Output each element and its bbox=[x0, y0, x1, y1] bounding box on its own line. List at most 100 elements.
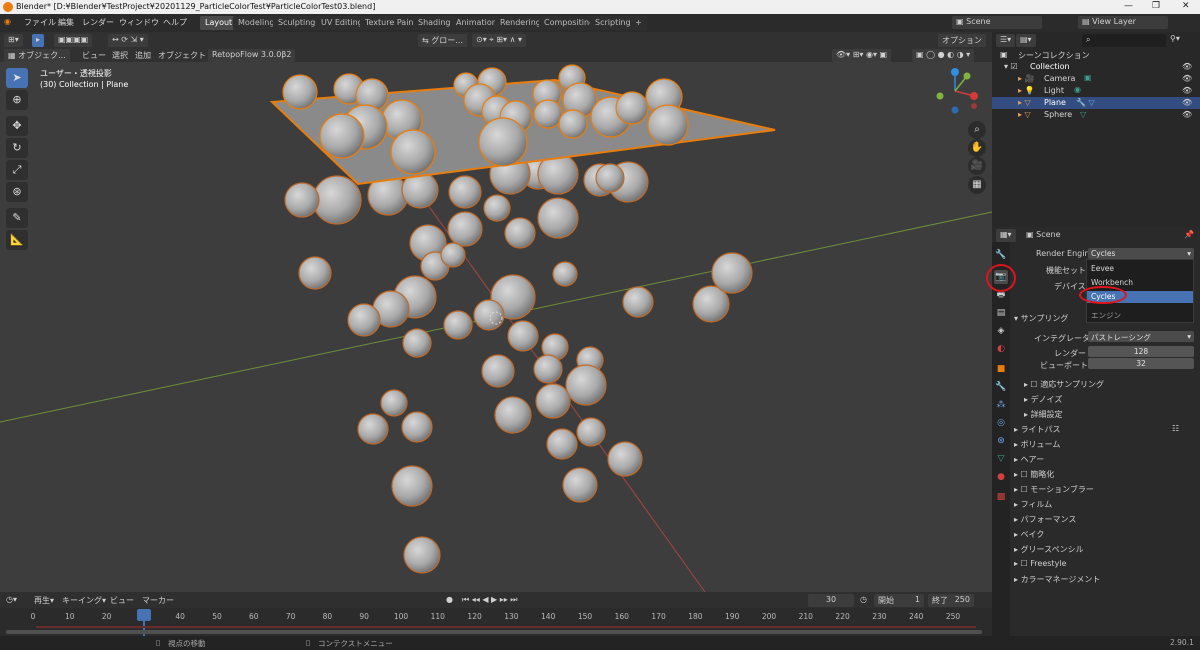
preview-range-icon[interactable]: ◷ bbox=[860, 595, 867, 604]
scene-selector[interactable]: ▣ Scene bbox=[952, 16, 1042, 29]
menu-marker[interactable]: マーカー bbox=[142, 595, 174, 606]
constraints-tab-icon[interactable]: ⊛ bbox=[994, 434, 1008, 448]
light-paths-panel[interactable]: ▸ ライトパス bbox=[1014, 424, 1061, 435]
pivot-snap-icons[interactable]: ⊙▾ ⌖ ⊞▾ ∧ ▾ bbox=[472, 34, 526, 47]
outliner-item-collection[interactable]: ▾ ☑ Collection 👁 bbox=[992, 61, 1200, 73]
menu-edit[interactable]: 編集 bbox=[58, 17, 74, 28]
current-frame-field[interactable]: 30 bbox=[808, 594, 854, 607]
pin-icon[interactable]: 📌 bbox=[1184, 230, 1194, 239]
color-management-panel[interactable]: ▸ カラーマネージメント bbox=[1014, 574, 1100, 585]
menu-timeline-view[interactable]: ビュー bbox=[110, 595, 134, 606]
view-layer-selector[interactable]: ▤ View Layer bbox=[1078, 16, 1168, 29]
editor-type-button[interactable]: ⊞▾ bbox=[4, 34, 23, 47]
transform-options-icons[interactable]: ↔ ⟳ ⇲ ▾ bbox=[108, 34, 148, 47]
modifier-tab-icon[interactable]: 🔧 bbox=[994, 380, 1008, 394]
select-mode-icons[interactable]: ▣▣▣▣ bbox=[54, 34, 93, 47]
retopoflow-button[interactable]: RetopoFlow 3.0.0β2 bbox=[208, 49, 296, 62]
tab-layout[interactable]: Layout bbox=[200, 16, 238, 30]
record-button-icon[interactable]: ● bbox=[446, 595, 453, 604]
render-engine-dropdown[interactable]: Cycles ▾ bbox=[1088, 248, 1194, 259]
simplify-panel[interactable]: ▸ ☐ 簡略化 bbox=[1014, 469, 1054, 480]
menu-render[interactable]: レンダー bbox=[82, 17, 114, 28]
select-box-tool-icon[interactable]: ➤ bbox=[6, 68, 28, 88]
world-tab-icon[interactable]: ◐ bbox=[994, 342, 1008, 356]
volumes-panel[interactable]: ▸ ボリューム bbox=[1014, 439, 1060, 450]
interaction-mode-dropdown[interactable]: ▦ オブジェク... bbox=[4, 49, 70, 62]
select-tool-icon[interactable]: ▸ bbox=[32, 34, 45, 47]
menu-file[interactable]: ファイル bbox=[24, 17, 56, 28]
outliner-item-sphere[interactable]: ▸ ▽ Sphere ▽ 👁 bbox=[992, 109, 1200, 121]
properties-editor-type-button[interactable]: ▦▾ bbox=[996, 229, 1016, 242]
display-mode-dropdown[interactable]: ▤▾ bbox=[1016, 34, 1036, 47]
view-layer-tab-icon[interactable]: ▤ bbox=[994, 306, 1008, 320]
scene-tab-icon[interactable]: ◈ bbox=[994, 324, 1008, 338]
mesh-data-tab-icon[interactable]: ▽ bbox=[994, 452, 1008, 466]
shading-mode-icons[interactable]: ▣ ◯ ● ◐ ◑ ▾ bbox=[912, 49, 975, 62]
filter-icon[interactable]: ⚲▾ bbox=[1170, 34, 1180, 43]
tab-shading[interactable]: Shading bbox=[413, 16, 456, 30]
blender-menu-icon[interactable]: ◉ bbox=[4, 17, 11, 26]
options-dropdown[interactable]: オプション bbox=[938, 34, 986, 47]
outliner-item-plane[interactable]: ▸ ▽ Plane 🔧 ▽ 👁 bbox=[992, 97, 1200, 109]
advanced-subpanel[interactable]: ▸ 詳細設定 bbox=[1024, 409, 1063, 420]
render-samples-field[interactable]: 128 bbox=[1088, 346, 1194, 357]
playback-controls-icons[interactable]: ⏮ ◂◂ ◀ ▶ ▸▸ ⏭ bbox=[462, 595, 517, 605]
maximize-icon[interactable]: ❐ bbox=[1152, 1, 1160, 11]
engine-option-eevee[interactable]: Eevee bbox=[1091, 264, 1114, 273]
timeline-scrollbar[interactable] bbox=[6, 630, 982, 634]
menu-add[interactable]: 追加 bbox=[135, 50, 151, 61]
viewport-scene[interactable] bbox=[0, 32, 992, 592]
overlay-gizmo-icons[interactable]: 👁▾ ⊞▾ ◉▾ ▣ bbox=[832, 49, 892, 62]
tab-scripting[interactable]: Scripting bbox=[590, 16, 636, 30]
menu-view[interactable]: ビュー bbox=[82, 50, 106, 61]
navigation-gizmo[interactable] bbox=[930, 66, 980, 116]
perspective-grid-icon[interactable]: ▦ bbox=[968, 176, 986, 194]
transform-orientation-dropdown[interactable]: ⇆ グロー... bbox=[418, 34, 467, 47]
motion-blur-panel[interactable]: ▸ ☐ モーションブラー bbox=[1014, 484, 1094, 495]
denoise-subpanel[interactable]: ▸ デノイズ bbox=[1024, 394, 1062, 405]
move-tool-icon[interactable]: ✥ bbox=[6, 116, 28, 136]
outliner-search-input[interactable]: ⌕ bbox=[1082, 34, 1166, 47]
annotate-tool-icon[interactable]: ✎ bbox=[6, 208, 28, 228]
tool-tab-icon[interactable]: 🔧 bbox=[994, 248, 1008, 262]
frame-start-field[interactable]: 開始 1 bbox=[874, 594, 924, 607]
freestyle-panel[interactable]: ▸ ☐ Freestyle bbox=[1014, 559, 1066, 568]
integrator-dropdown[interactable]: パストレーシング ▾ bbox=[1088, 331, 1194, 342]
hair-panel[interactable]: ▸ ヘアー bbox=[1014, 454, 1044, 465]
visibility-eye-icon[interactable]: 👁 bbox=[1182, 74, 1192, 83]
menu-help[interactable]: ヘルプ bbox=[163, 17, 187, 28]
particles-tab-icon[interactable]: ⁂ bbox=[994, 398, 1008, 412]
visibility-eye-icon[interactable]: 👁 bbox=[1182, 86, 1192, 95]
pan-hand-icon[interactable]: ✋ bbox=[968, 139, 986, 157]
viewport-samples-field[interactable]: 32 bbox=[1088, 358, 1194, 369]
transform-tool-icon[interactable]: ⊛ bbox=[6, 182, 28, 202]
3d-viewport[interactable] bbox=[0, 32, 992, 592]
close-icon[interactable]: ✕ bbox=[1182, 1, 1190, 11]
camera-view-icon[interactable]: 🎥 bbox=[968, 157, 986, 175]
measure-tool-icon[interactable]: 📐 bbox=[6, 230, 28, 250]
rotate-tool-icon[interactable]: ↻ bbox=[6, 138, 28, 158]
performance-panel[interactable]: ▸ パフォーマンス bbox=[1014, 514, 1076, 525]
object-tab-icon[interactable]: ■ bbox=[994, 362, 1008, 376]
scene-collection-row[interactable]: ▣ シーンコレクション bbox=[992, 49, 1200, 61]
minimize-icon[interactable]: — bbox=[1124, 1, 1133, 11]
visibility-eye-icon[interactable]: 👁 bbox=[1182, 98, 1192, 107]
material-tab-icon[interactable]: ● bbox=[994, 470, 1008, 484]
film-panel[interactable]: ▸ フィルム bbox=[1014, 499, 1052, 510]
outliner-item-light[interactable]: ▸ 💡 Light ◉ 👁 bbox=[992, 85, 1200, 97]
adaptive-sampling-subpanel[interactable]: ▸ ☐ 適応サンプリング bbox=[1024, 379, 1104, 390]
menu-keying[interactable]: キーイング▾ bbox=[62, 595, 106, 606]
presets-list-icon[interactable]: ☷ bbox=[1172, 424, 1179, 433]
sampling-panel-header[interactable]: ▾ サンプリング bbox=[1014, 313, 1068, 324]
frame-end-field[interactable]: 終了 250 bbox=[928, 594, 974, 607]
add-workspace-button[interactable]: + bbox=[630, 16, 647, 30]
outliner-editor-type-button[interactable]: ☰▾ bbox=[996, 34, 1016, 47]
playhead-marker[interactable] bbox=[137, 609, 151, 621]
menu-select[interactable]: 選択 bbox=[112, 50, 128, 61]
tab-sculpting[interactable]: Sculpting bbox=[273, 16, 321, 30]
texture-tab-icon[interactable]: ▩ bbox=[994, 490, 1008, 504]
outliner-item-camera[interactable]: ▸ 🎥 Camera ▣ 👁 bbox=[992, 73, 1200, 85]
menu-object[interactable]: オブジェクト bbox=[158, 50, 206, 61]
physics-tab-icon[interactable]: ◎ bbox=[994, 416, 1008, 430]
visibility-eye-icon[interactable]: 👁 bbox=[1182, 110, 1192, 119]
